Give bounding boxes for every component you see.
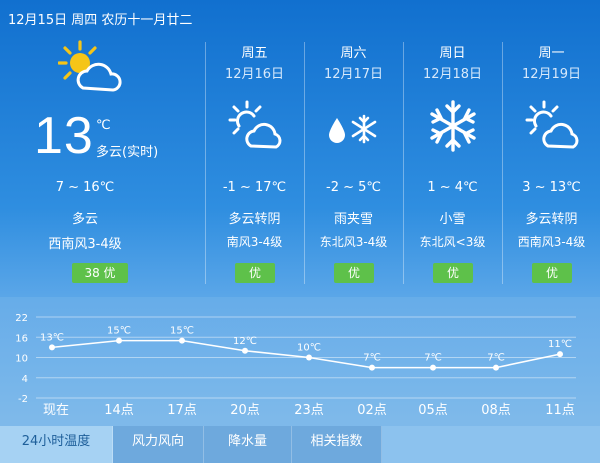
data-label: 15℃ — [170, 326, 194, 337]
hourly-temperature-chart: 22 16 10 4 -2 13℃ 15℃ 15℃ 12℃ 10℃ 7℃ 7℃ 7℃ 11℃ 现在 14点 17… — [15, 313, 576, 418]
today-aqi-badge[interactable]: 38 优 — [72, 263, 128, 283]
forecast-wind: 东北风3-4级 — [319, 235, 388, 249]
partly-cloudy-sun-icon — [58, 40, 122, 92]
x-tick-label: 14点 — [104, 403, 134, 418]
x-tick-label: 17点 — [167, 403, 197, 418]
temperature-unit: ℃ — [96, 118, 111, 133]
data-label: 12℃ — [233, 336, 257, 347]
tab-precipitation[interactable]: 降水量 — [204, 426, 292, 463]
today-temp-range: 7 ~ 16℃ — [55, 180, 115, 195]
current-temperature: 13 — [34, 107, 94, 165]
forecast-temp-range: 1 ~ 4℃ — [427, 180, 478, 195]
forecast-temp-range: -2 ~ 5℃ — [326, 180, 381, 195]
x-tick-label: 23点 — [294, 403, 324, 418]
data-point — [430, 364, 436, 371]
data-point — [116, 337, 122, 344]
data-point — [242, 347, 248, 354]
forecast-condition: 小雪 — [439, 212, 466, 227]
forecast-day[interactable]: 周五 12月16日 -1 ~ 17℃ 多云转阴 南风3-4级 优 — [205, 42, 304, 284]
tab-indices[interactable]: 相关指数 — [292, 426, 382, 463]
data-point — [557, 351, 563, 358]
y-tick-label: 4 — [22, 374, 28, 385]
chart-tabs: 24小时温度 风力风向 降水量 相关指数 — [0, 426, 600, 463]
tab-wind[interactable]: 风力风向 — [113, 426, 204, 463]
forecast-days: 周五 12月16日 -1 ~ 17℃ 多云转阴 南风3-4级 优 周六 12月1… — [205, 0, 600, 290]
forecast-condition: 多云转阴 — [228, 212, 281, 227]
data-label: 15℃ — [107, 326, 131, 337]
forecast-wind: 东北风<3级 — [419, 235, 486, 249]
x-tick-label: 11点 — [545, 403, 575, 418]
forecast-weekday: 周五 — [241, 46, 268, 61]
today-condition: 多云 — [71, 212, 98, 227]
forecast-aqi-badge[interactable]: 优 — [532, 263, 572, 283]
weather-widget: 12月15日 周四 农历十一月廿二 13 ℃ 多云(实时) 7 ~ 16℃ 多云… — [0, 0, 600, 463]
data-point — [179, 337, 185, 344]
tab-24h-temperature[interactable]: 24小时温度 — [0, 426, 113, 463]
sleet-icon — [329, 114, 377, 144]
forecast-weekday: 周一 — [538, 46, 565, 61]
data-point — [493, 364, 499, 371]
forecast-day[interactable]: 周一 12月19日 3 ~ 13℃ 多云转阴 西南风3-4级 优 — [502, 42, 600, 284]
data-label: 7℃ — [363, 353, 381, 364]
data-label: 7℃ — [487, 353, 505, 364]
data-label: 10℃ — [297, 343, 321, 354]
partly-cloudy-sun-icon — [525, 100, 579, 149]
y-tick-label: 10 — [15, 354, 28, 365]
y-tick-label: 22 — [15, 313, 28, 324]
forecast-day[interactable]: 周日 12月18日 1 ~ 4℃ 小雪 东北风<3级 优 — [403, 42, 502, 284]
forecast-date: 12月19日 — [521, 67, 582, 82]
forecast-wind: 南风3-4级 — [226, 235, 283, 249]
partly-cloudy-sun-icon — [228, 100, 282, 149]
forecast-weekday: 周六 — [340, 46, 367, 61]
y-tick-label: -2 — [18, 394, 28, 405]
forecast-temp-range: -1 ~ 17℃ — [222, 180, 287, 195]
x-tick-label: 20点 — [230, 403, 260, 418]
forecast-aqi-badge[interactable]: 优 — [433, 263, 473, 283]
x-tick-label: 现在 — [43, 403, 69, 418]
x-tick-label: 02点 — [357, 403, 387, 418]
forecast-condition: 多云转阴 — [525, 212, 578, 227]
forecast-condition: 雨夹雪 — [333, 212, 373, 227]
forecast-weekday: 周日 — [439, 46, 466, 61]
forecast-day[interactable]: 周六 12月17日 -2 ~ 5℃ 雨夹雪 东北风3-4级 优 — [304, 42, 403, 284]
current-condition: 多云(实时) — [96, 145, 159, 160]
data-point — [369, 364, 375, 371]
today-wind: 西南风3-4级 — [48, 237, 122, 252]
forecast-aqi-badge[interactable]: 优 — [334, 263, 374, 283]
forecast-date: 12月18日 — [422, 67, 483, 82]
data-label: 11℃ — [548, 339, 572, 350]
today-panel: 13 ℃ 多云(实时) 7 ~ 16℃ 多云 西南风3-4级 38 优 — [0, 0, 205, 290]
x-tick-label: 08点 — [481, 403, 511, 418]
data-point — [306, 354, 312, 361]
x-tick-label: 05点 — [418, 403, 448, 418]
snowflake-icon — [430, 100, 476, 152]
forecast-aqi-badge[interactable]: 优 — [235, 263, 275, 283]
data-point — [49, 344, 55, 351]
forecast-date: 12月17日 — [323, 67, 384, 82]
data-label: 13℃ — [40, 332, 64, 343]
forecast-temp-range: 3 ~ 13℃ — [522, 180, 581, 195]
forecast-date: 12月16日 — [224, 67, 285, 82]
y-tick-label: 16 — [15, 333, 28, 344]
data-label: 7℃ — [424, 353, 442, 364]
forecast-wind: 西南风3-4级 — [517, 235, 586, 249]
